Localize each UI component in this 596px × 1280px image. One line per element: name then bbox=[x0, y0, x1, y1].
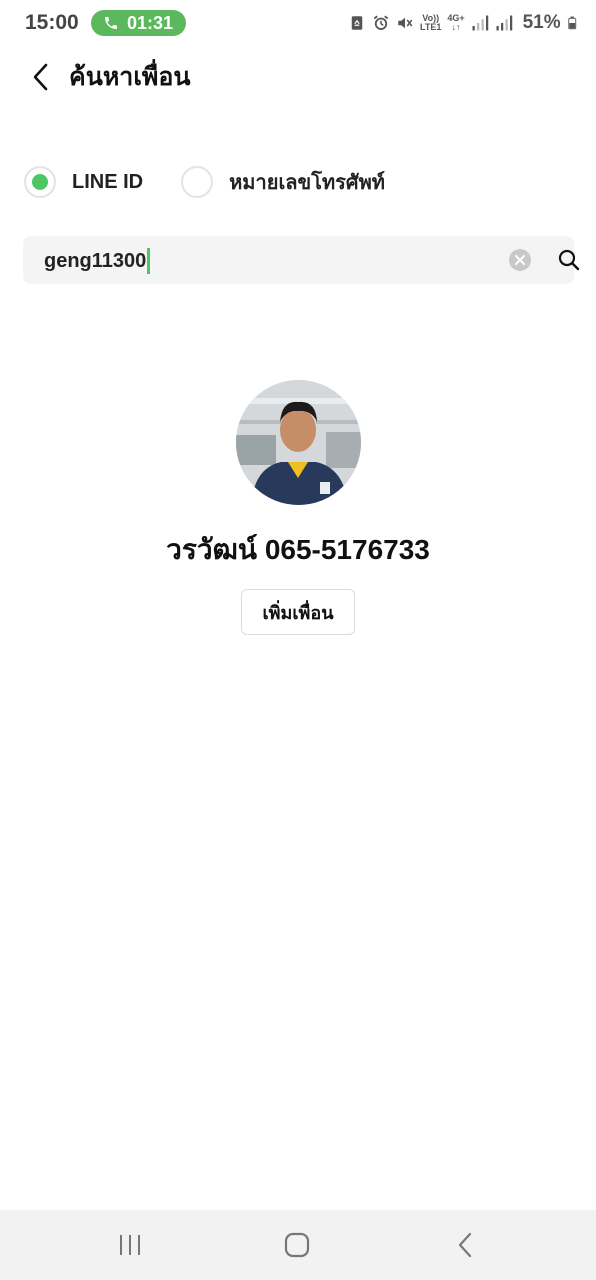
radio-label-line-id: LINE ID bbox=[72, 170, 144, 193]
alarm-icon bbox=[373, 15, 389, 30]
add-friend-button[interactable]: เพิ่มเพื่อน bbox=[241, 589, 355, 635]
search-field[interactable]: geng11300 bbox=[23, 236, 580, 284]
recycle-notification-icon bbox=[351, 16, 363, 30]
search-button[interactable] bbox=[557, 248, 581, 272]
phone-icon bbox=[105, 17, 117, 29]
close-icon bbox=[515, 255, 525, 265]
radio-line-id[interactable]: LINE ID bbox=[24, 166, 143, 198]
search-input[interactable]: geng11300 bbox=[44, 248, 151, 274]
clear-search-button[interactable] bbox=[509, 249, 531, 271]
home-button[interactable] bbox=[277, 1230, 317, 1260]
volte-indicator: Vo)) LTE1 bbox=[420, 13, 442, 32]
back-nav-button[interactable] bbox=[445, 1230, 485, 1260]
chevron-left-icon bbox=[33, 63, 48, 91]
radio-phone-number[interactable]: หมายเลขโทรศัพท์ bbox=[181, 166, 385, 198]
home-icon bbox=[284, 1232, 310, 1258]
signal-icon-2 bbox=[496, 15, 512, 31]
page-title: ค้นหาเพื่อน bbox=[69, 63, 191, 91]
signal-icon bbox=[472, 15, 488, 31]
find-friends-screen: 15:00 01:31 Vo)) LTE1 4G+ ↓↑ 51% ค้นหาเพ… bbox=[0, 0, 596, 1280]
radio-label-phone-number: หมายเลขโทรศัพท์ bbox=[229, 172, 385, 194]
search-input-value: geng11300 bbox=[44, 249, 147, 272]
text-cursor bbox=[147, 248, 151, 274]
ongoing-call-pill[interactable]: 01:31 bbox=[91, 10, 186, 36]
result-avatar bbox=[236, 380, 361, 505]
mute-icon bbox=[398, 17, 413, 29]
battery-icon bbox=[567, 16, 576, 30]
search-icon bbox=[558, 249, 580, 271]
back-nav-icon bbox=[458, 1232, 472, 1258]
system-nav-bar bbox=[0, 1210, 596, 1280]
status-time: 15:00 bbox=[25, 11, 79, 34]
battery-percent: 51% bbox=[522, 12, 561, 33]
call-timer: 01:31 bbox=[127, 12, 174, 33]
recent-apps-button[interactable] bbox=[110, 1230, 150, 1260]
back-button[interactable] bbox=[24, 60, 56, 94]
result-name: วรวัฒน์ 065-5176733 bbox=[166, 534, 430, 565]
search-type-selector: LINE ID หมายเลขโทรศัพท์ bbox=[24, 166, 385, 198]
recent-apps-icon bbox=[120, 1235, 140, 1255]
network-type-indicator: 4G+ ↓↑ bbox=[447, 13, 465, 32]
status-icons: Vo)) LTE1 4G+ ↓↑ 51% bbox=[348, 12, 581, 34]
status-bar: 15:00 01:31 Vo)) LTE1 4G+ ↓↑ 51% bbox=[0, 0, 596, 46]
radio-selected-indicator bbox=[24, 166, 56, 198]
radio-unselected-indicator bbox=[181, 166, 214, 198]
